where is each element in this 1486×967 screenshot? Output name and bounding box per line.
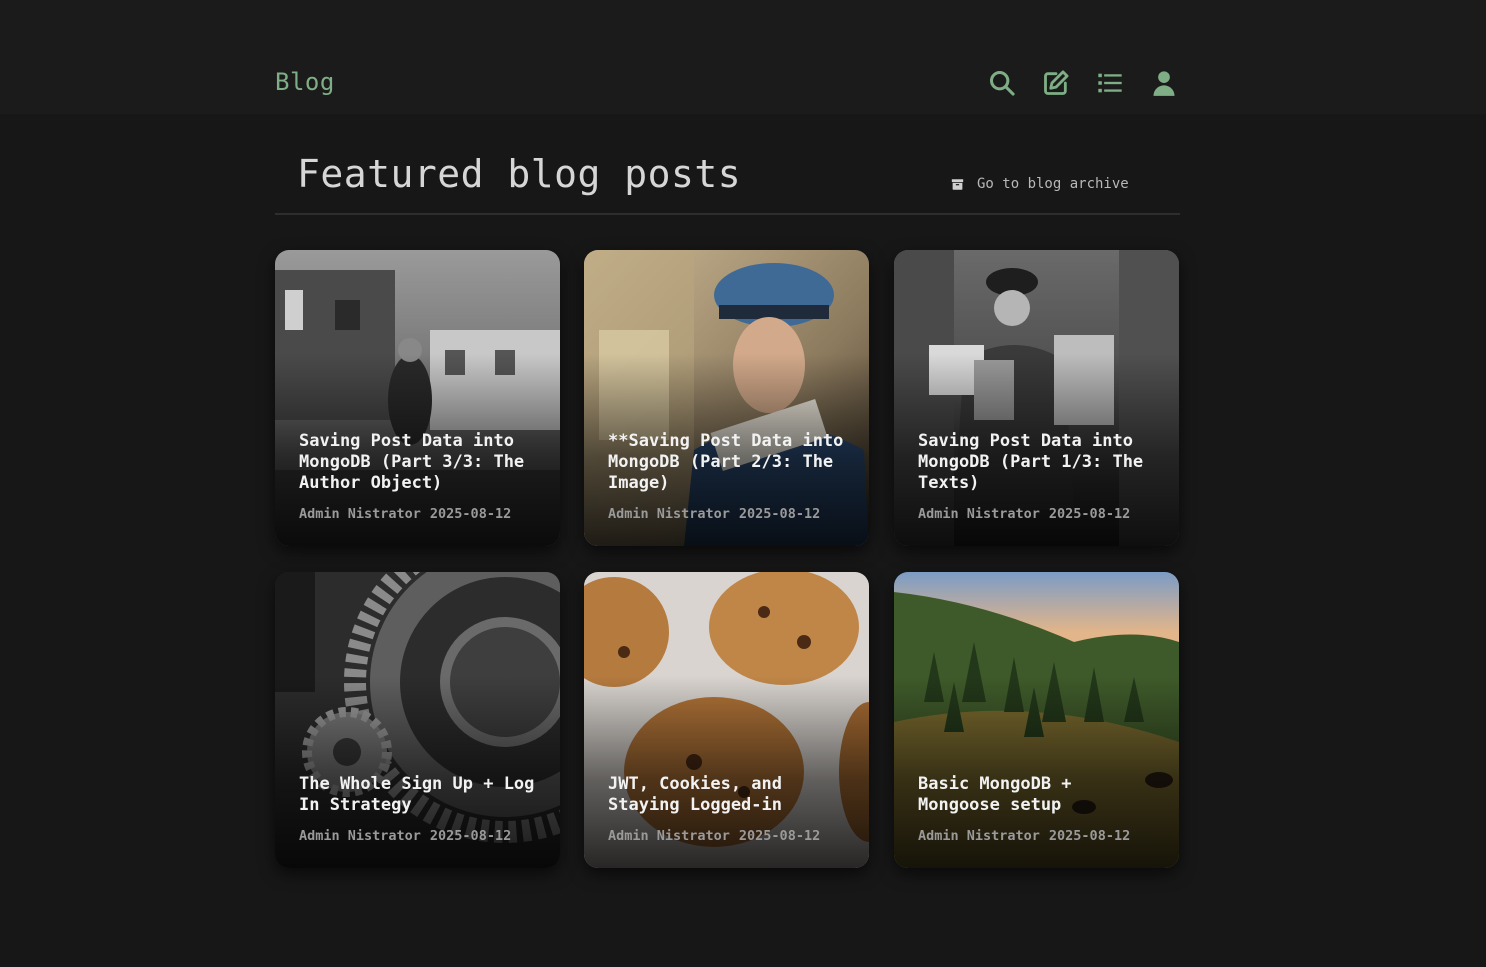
post-author: Admin Nistrator <box>299 506 421 522</box>
post-title: **Saving Post Data into MongoDB (Part 2/… <box>608 431 844 493</box>
post-card[interactable]: Saving Post Data into MongoDB (Part 1/3:… <box>894 250 1179 546</box>
image-overlay <box>584 250 869 546</box>
divider <box>275 213 1180 215</box>
post-card[interactable]: Basic MongoDB + Mongoose setup Admin Nis… <box>894 572 1179 868</box>
post-card[interactable]: Saving Post Data into MongoDB (Part 3/3:… <box>275 250 560 546</box>
archive-link-label: Go to blog archive <box>977 176 1129 192</box>
post-date: 2025-08-12 <box>1048 828 1131 844</box>
edit-icon[interactable] <box>1039 66 1073 100</box>
search-icon[interactable] <box>985 66 1019 100</box>
image-overlay <box>275 572 560 868</box>
post-date: 2025-08-12 <box>1048 506 1131 522</box>
post-meta: Admin Nistrator 2025-08-12 <box>918 506 1130 522</box>
post-meta: Admin Nistrator 2025-08-12 <box>918 828 1130 844</box>
user-icon[interactable] <box>1147 66 1181 100</box>
post-title: The Whole Sign Up + Log In Strategy <box>299 774 535 815</box>
post-date: 2025-08-12 <box>738 828 821 844</box>
post-date: 2025-08-12 <box>429 828 512 844</box>
post-card[interactable]: The Whole Sign Up + Log In Strategy Admi… <box>275 572 560 868</box>
archive-icon <box>951 178 964 190</box>
brand-link[interactable]: Blog <box>275 68 335 96</box>
post-title: Saving Post Data into MongoDB (Part 3/3:… <box>299 431 525 493</box>
post-author: Admin Nistrator <box>608 828 730 844</box>
post-author: Admin Nistrator <box>608 506 730 522</box>
post-meta: Admin Nistrator 2025-08-12 <box>299 828 511 844</box>
top-bar: Blog <box>0 0 1486 114</box>
post-author: Admin Nistrator <box>299 828 421 844</box>
post-title: JWT, Cookies, and Staying Logged-in <box>608 774 782 815</box>
post-author: Admin Nistrator <box>918 828 1040 844</box>
page-title: Featured blog posts <box>297 152 742 196</box>
post-title: Basic MongoDB + Mongoose setup <box>918 774 1072 815</box>
image-overlay <box>584 572 869 868</box>
post-card[interactable]: **Saving Post Data into MongoDB (Part 2/… <box>584 250 869 546</box>
nav-icons <box>985 66 1201 100</box>
post-title: Saving Post Data into MongoDB (Part 1/3:… <box>918 431 1144 493</box>
post-card[interactable]: JWT, Cookies, and Staying Logged-in Admi… <box>584 572 869 868</box>
image-overlay <box>894 250 1179 546</box>
post-date: 2025-08-12 <box>738 506 821 522</box>
post-date: 2025-08-12 <box>429 506 512 522</box>
post-meta: Admin Nistrator 2025-08-12 <box>608 828 820 844</box>
image-overlay <box>275 250 560 546</box>
image-overlay <box>894 572 1179 868</box>
post-meta: Admin Nistrator 2025-08-12 <box>299 506 511 522</box>
list-icon[interactable] <box>1093 66 1127 100</box>
post-author: Admin Nistrator <box>918 506 1040 522</box>
blog-archive-link[interactable]: Go to blog archive <box>951 176 1129 192</box>
post-meta: Admin Nistrator 2025-08-12 <box>608 506 820 522</box>
